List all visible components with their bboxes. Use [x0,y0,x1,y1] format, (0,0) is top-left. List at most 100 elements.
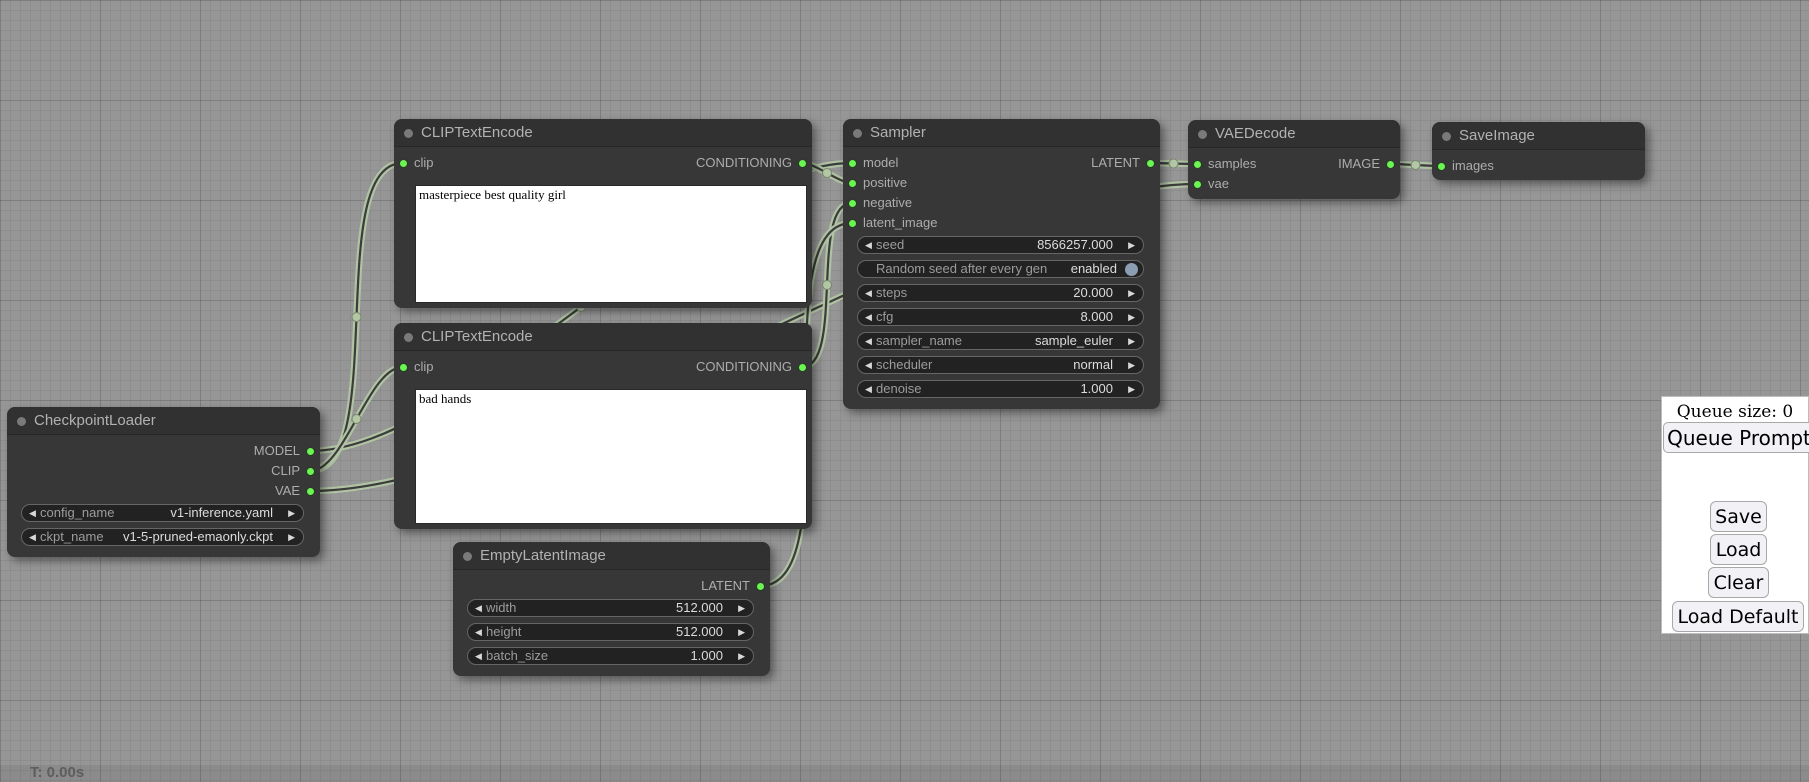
save-button[interactable]: Save [1710,501,1767,532]
link-midpoint-dot[interactable] [823,169,832,178]
increment-arrow-icon[interactable]: ▶ [288,529,295,545]
widget-ckpt-name[interactable]: ◀ckpt_namev1-5-pruned-emaonly.ckpt▶ [21,528,304,546]
node-cliptextencode[interactable]: CLIPTextEncodeclipCONDITIONINGbad hands [394,323,812,529]
increment-arrow-icon[interactable]: ▶ [738,624,745,640]
widget-config-name[interactable]: ◀config_namev1-inference.yaml▶ [21,504,304,522]
increment-arrow-icon[interactable]: ▶ [738,648,745,664]
node-sampler[interactable]: Samplermodelpositivenegativelatent_image… [843,119,1160,409]
node-collapse-dot-icon[interactable] [1442,132,1451,141]
input-label: vae [1208,177,1229,191]
output-label: IMAGE [1338,157,1380,171]
increment-arrow-icon[interactable]: ▶ [288,505,295,521]
increment-arrow-icon[interactable]: ▶ [1128,285,1135,301]
widget-value: v1-inference.yaml [170,505,273,521]
widget-cfg[interactable]: ◀cfg8.000▶ [857,308,1144,326]
widget-steps[interactable]: ◀steps20.000▶ [857,284,1144,302]
node-collapse-dot-icon[interactable] [17,417,26,426]
widget-random-seed-after-every-gen[interactable]: Random seed after every genenabled [857,260,1144,278]
output-port-clip[interactable] [306,467,315,476]
increment-arrow-icon[interactable]: ▶ [1128,357,1135,373]
decrement-arrow-icon[interactable]: ◀ [29,505,36,521]
input-port-latent-image[interactable] [848,219,857,228]
output-port-latent[interactable] [756,582,765,591]
load-button[interactable]: Load [1710,534,1767,565]
widget-denoise[interactable]: ◀denoise1.000▶ [857,380,1144,398]
graph-canvas[interactable]: CLIPTextEncodeclipCONDITIONINGmasterpiec… [0,0,1809,782]
node-saveimage[interactable]: SaveImage images [1432,122,1645,180]
increment-arrow-icon[interactable]: ▶ [1128,333,1135,349]
node-cliptextencode[interactable]: CLIPTextEncodeclipCONDITIONINGmasterpiec… [394,119,812,308]
increment-arrow-icon[interactable]: ▶ [1128,381,1135,397]
output-port-image[interactable] [1386,160,1395,169]
decrement-arrow-icon[interactable]: ◀ [475,624,482,640]
widget-scheduler[interactable]: ◀schedulernormal▶ [857,356,1144,374]
node-title-bar[interactable]: SaveImage [1432,122,1645,150]
output-port-conditioning[interactable] [798,159,807,168]
widget-sampler-name[interactable]: ◀sampler_namesample_euler▶ [857,332,1144,350]
node-emptylatentimage[interactable]: EmptyLatentImageLATENT◀width512.000▶◀hei… [453,542,770,676]
widget-value: 512.000 [676,624,723,640]
node-title-bar[interactable]: CLIPTextEncode [394,119,812,147]
decrement-arrow-icon[interactable]: ◀ [865,333,872,349]
output-port-conditioning[interactable] [798,363,807,372]
node-title-bar[interactable]: EmptyLatentImage [453,542,770,570]
node-title-bar[interactable]: VAEDecode [1188,120,1400,148]
decrement-arrow-icon[interactable]: ◀ [475,648,482,664]
widget-batch-size[interactable]: ◀batch_size1.000▶ [467,647,754,665]
input-port-vae[interactable] [1193,180,1202,189]
decrement-arrow-icon[interactable]: ◀ [475,600,482,616]
node-collapse-dot-icon[interactable] [463,552,472,561]
decrement-arrow-icon[interactable]: ◀ [865,381,872,397]
node-collapse-dot-icon[interactable] [404,129,413,138]
node-collapse-dot-icon[interactable] [1198,130,1207,139]
input-label: clip [414,156,434,170]
input-port-clip[interactable] [399,363,408,372]
decrement-arrow-icon[interactable]: ◀ [29,529,36,545]
decrement-arrow-icon[interactable]: ◀ [865,237,872,253]
output-label: LATENT [701,579,750,593]
widget-height[interactable]: ◀height512.000▶ [467,623,754,641]
queue-size-label: Queue size: 0 [1662,402,1808,422]
node-title-bar[interactable]: Sampler [843,119,1160,147]
prompt-textarea[interactable]: bad hands [415,389,807,524]
output-port-model[interactable] [306,447,315,456]
decrement-arrow-icon[interactable]: ◀ [865,309,872,325]
widget-value: normal [1073,357,1113,373]
queue-prompt-button[interactable]: Queue Prompt [1663,422,1809,453]
input-label: images [1452,159,1494,173]
link-midpoint-dot[interactable] [352,415,361,424]
output-port-vae[interactable] [306,487,315,496]
node-title: CheckpointLoader [34,407,156,434]
widget-width[interactable]: ◀width512.000▶ [467,599,754,617]
increment-arrow-icon[interactable]: ▶ [1128,237,1135,253]
toggle-circle-icon[interactable] [1125,263,1138,276]
node-vaedecode[interactable]: VAEDecodesamplesvaeIMAGE [1188,120,1400,199]
node-title: SaveImage [1459,122,1535,149]
node-title-bar[interactable]: CLIPTextEncode [394,323,812,351]
node-title: CLIPTextEncode [421,323,533,350]
input-port-model[interactable] [848,159,857,168]
increment-arrow-icon[interactable]: ▶ [738,600,745,616]
input-port-clip[interactable] [399,159,408,168]
input-port-positive[interactable] [848,179,857,188]
node-collapse-dot-icon[interactable] [404,333,413,342]
decrement-arrow-icon[interactable]: ◀ [865,285,872,301]
link-midpoint-dot[interactable] [1411,161,1420,170]
node-title-bar[interactable]: CheckpointLoader [7,407,320,435]
link-midpoint-dot[interactable] [352,313,361,322]
input-label: negative [863,196,912,210]
input-port-negative[interactable] [848,199,857,208]
output-port-latent[interactable] [1146,159,1155,168]
link-midpoint-dot[interactable] [823,281,832,290]
input-port-images[interactable] [1437,162,1446,171]
clear-button[interactable]: Clear [1708,567,1769,598]
increment-arrow-icon[interactable]: ▶ [1128,309,1135,325]
node-checkpointloader[interactable]: CheckpointLoaderMODELCLIPVAE◀config_name… [7,407,320,557]
widget-seed[interactable]: ◀seed8566257.000▶ [857,236,1144,254]
load-default-button[interactable]: Load Default [1672,601,1804,632]
prompt-textarea[interactable]: masterpiece best quality girl [415,185,807,303]
input-port-samples[interactable] [1193,160,1202,169]
node-collapse-dot-icon[interactable] [853,129,862,138]
link-midpoint-dot[interactable] [1169,159,1178,168]
decrement-arrow-icon[interactable]: ◀ [865,357,872,373]
